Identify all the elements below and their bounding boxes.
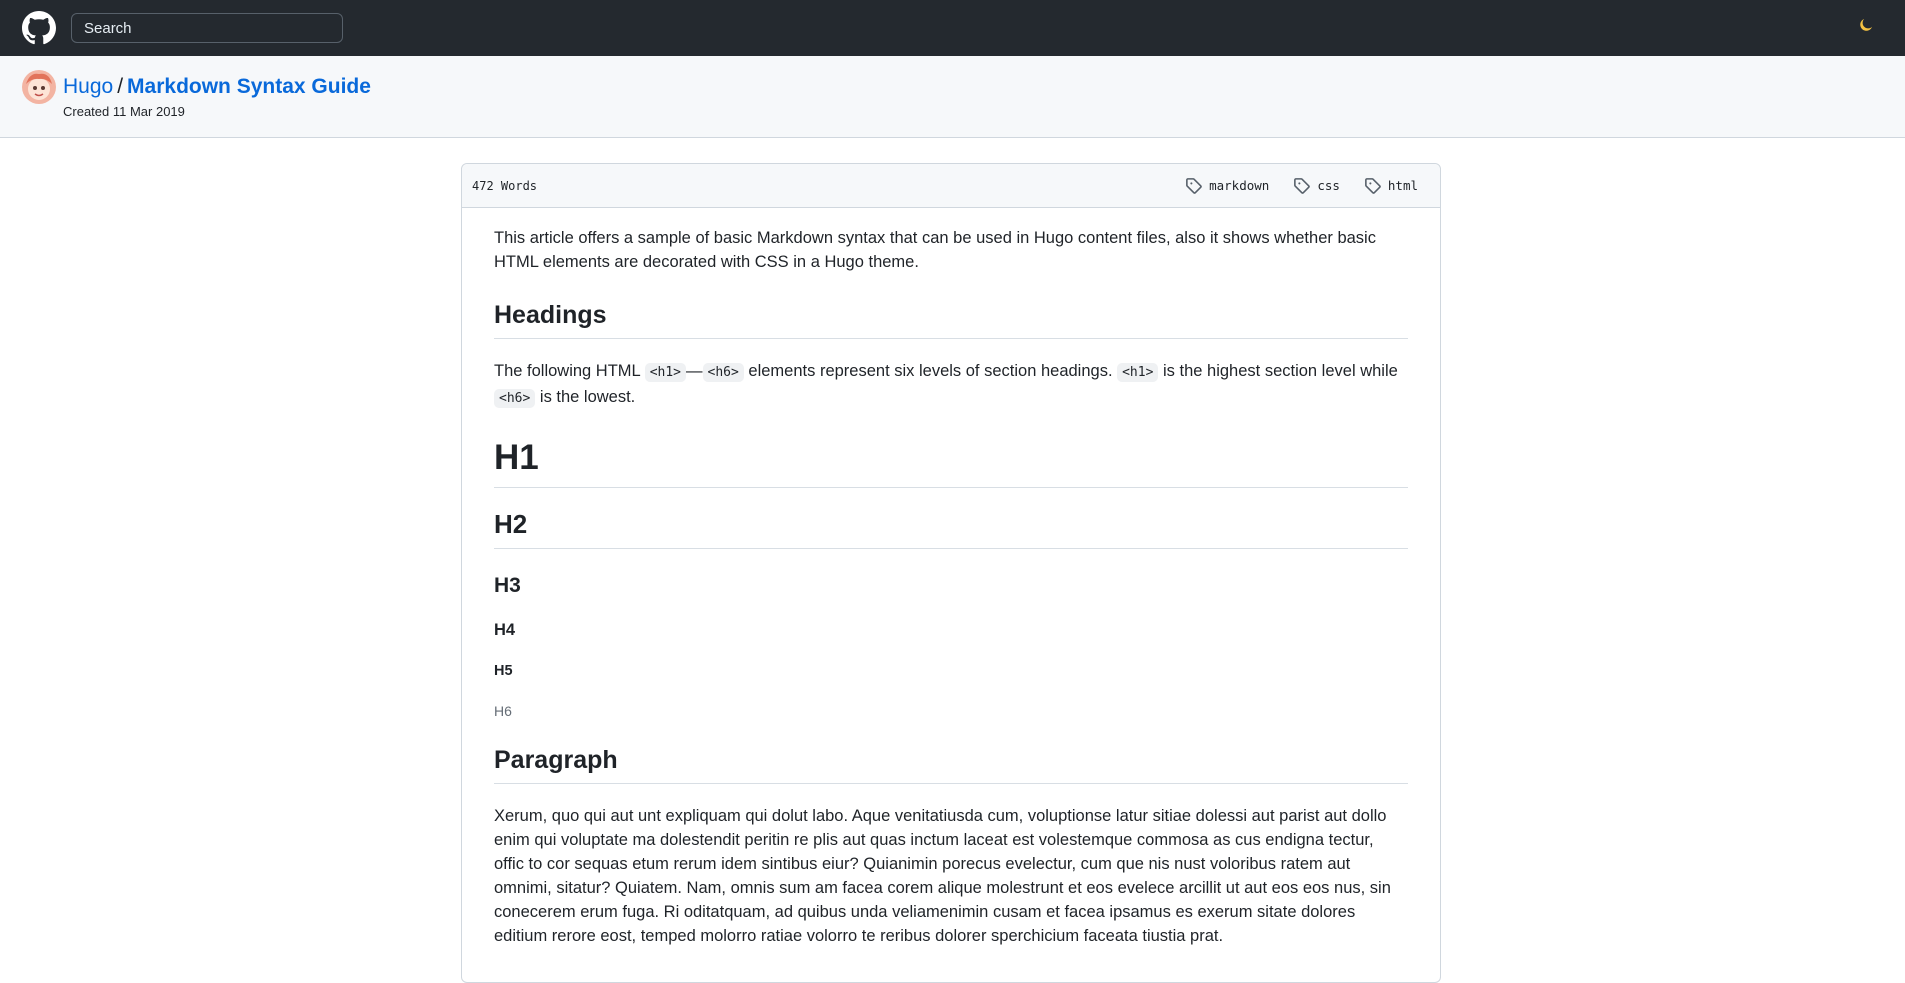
tag-list: markdown css html <box>1185 177 1418 194</box>
headings-paragraph: The following HTML <h1> — <h6> elements re… <box>494 359 1408 411</box>
tag-html[interactable]: html <box>1364 177 1418 194</box>
theme-toggle-button[interactable] <box>1855 14 1877 36</box>
demo-heading-h1: H1 <box>494 437 1408 488</box>
demo-heading-h2: H2 <box>494 508 1408 549</box>
search-input[interactable] <box>71 13 343 43</box>
created-date: Created 11 Mar 2019 <box>63 104 185 119</box>
demo-heading-h4: H4 <box>494 621 516 639</box>
article-box: 472 Words markdown css html This article… <box>461 163 1441 983</box>
inline-code: <h6> <box>702 363 744 382</box>
page-header: Hugo / Markdown Syntax Guide Created 11 Ma… <box>0 56 1905 138</box>
tag-label: css <box>1317 178 1340 193</box>
tag-label: html <box>1387 178 1418 193</box>
breadcrumb-owner-link[interactable]: Hugo <box>63 75 113 98</box>
headings-section-title: Headings <box>494 300 1408 339</box>
intro-paragraph: This article offers a sample of basic Ma… <box>494 229 1376 271</box>
inline-code: <h1> <box>644 363 687 382</box>
word-count: 472 Words <box>472 178 538 193</box>
article-content: This article offers a sample of basic Ma… <box>462 208 1440 948</box>
tag-markdown[interactable]: markdown <box>1185 177 1269 194</box>
tag-icon <box>1294 178 1311 194</box>
demo-heading-h6: H6 <box>494 703 512 719</box>
text: The following HTML <box>494 362 645 380</box>
tag-css[interactable]: css <box>1293 177 1340 194</box>
article-box-header: 472 Words markdown css html <box>462 164 1440 208</box>
paragraph-section-title: Paragraph <box>494 745 1408 784</box>
github-mark-icon[interactable] <box>22 11 56 45</box>
tag-label: markdown <box>1209 178 1270 193</box>
text: is the highest section level while <box>1158 362 1398 380</box>
avatar[interactable] <box>22 70 56 104</box>
inline-code: <h6> <box>494 389 536 408</box>
text: elements represent six levels of section… <box>743 362 1118 380</box>
inline-code: <h1> <box>1117 363 1159 382</box>
breadcrumb-separator: / <box>117 75 124 98</box>
demo-heading-h5: H5 <box>494 663 513 679</box>
top-navbar <box>0 0 1905 56</box>
breadcrumb: Hugo / Markdown Syntax Guide <box>63 74 371 100</box>
demo-heading-h3: H3 <box>494 574 521 597</box>
moon-icon <box>1860 18 1873 31</box>
tag-icon <box>1186 178 1202 194</box>
page-title-link[interactable]: Markdown Syntax Guide <box>127 75 371 98</box>
tag-icon <box>1364 178 1381 194</box>
text: is the lowest. <box>535 388 636 406</box>
dash: — <box>686 362 703 380</box>
paragraph-body: Xerum, quo qui aut unt expliquam qui dol… <box>494 807 1391 945</box>
